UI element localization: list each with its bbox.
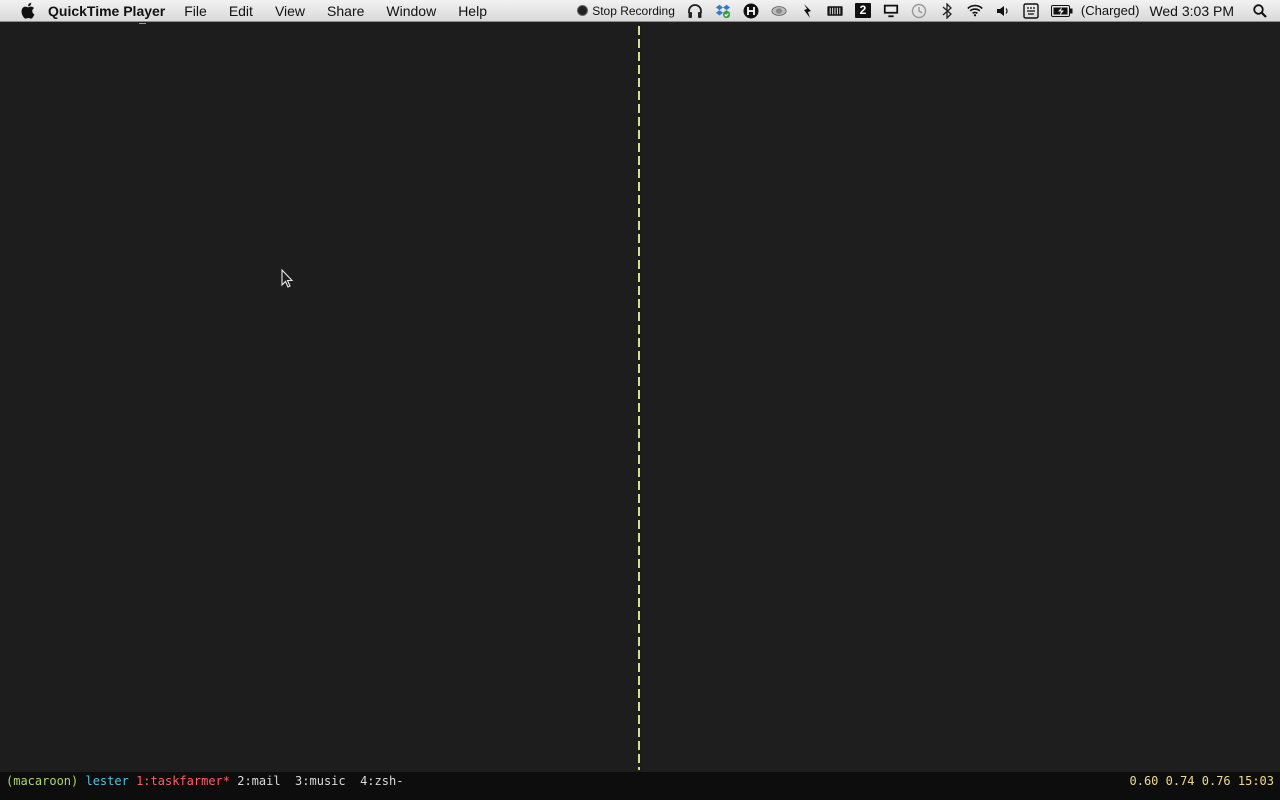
stop-recording-label: Stop Recording (592, 3, 675, 18)
tmux-status-bar: (macaroon) lester 1:taskfarmer* 2:mail 3… (0, 772, 1280, 790)
apple-icon[interactable] (16, 2, 38, 19)
tmux-load-and-time: 0.60 0.74 0.76 15:03 (1129, 774, 1275, 788)
eye-icon[interactable] (771, 3, 787, 19)
menu-help[interactable]: Help (458, 3, 487, 19)
headphones-icon[interactable] (687, 3, 703, 19)
wifi-icon[interactable] (967, 3, 983, 19)
menu-clock[interactable]: Wed 3:03 PM (1149, 3, 1234, 19)
menu-window[interactable]: Window (386, 3, 436, 19)
evernote-icon[interactable] (799, 3, 815, 19)
time-machine-icon[interactable] (911, 3, 927, 19)
app-name-menu[interactable]: QuickTime Player (48, 3, 165, 19)
tmux-window-3[interactable]: 3:music (295, 774, 346, 788)
menu-edit[interactable]: Edit (229, 3, 253, 19)
tmux-window-4[interactable]: 4:zsh- (360, 774, 403, 788)
growl-icon[interactable] (743, 3, 759, 19)
terminal-window[interactable] (0, 22, 1280, 772)
tmux-left-status: (macaroon) lester 1:taskfarmer* 2:mail 3… (6, 772, 403, 790)
menu-view[interactable]: View (275, 3, 305, 19)
cpu-meter-icon[interactable] (827, 3, 843, 19)
battery-status[interactable]: (Charged) (1081, 3, 1140, 18)
dropbox-icon[interactable] (715, 3, 731, 19)
display-icon[interactable] (883, 3, 899, 19)
tmux-window-1[interactable]: 1:taskfarmer* (136, 774, 230, 788)
battery-icon[interactable] (1050, 3, 1073, 19)
right-pane[interactable] (642, 22, 1280, 772)
bluetooth-icon[interactable] (939, 2, 955, 19)
left-pane[interactable] (0, 22, 638, 772)
menu-bar: QuickTime Player File Edit View Share Wi… (0, 0, 1280, 22)
pane-divider[interactable] (638, 26, 640, 770)
menu-file[interactable]: File (184, 3, 207, 19)
tmux-host-name: lester (85, 774, 129, 788)
stop-recording-button[interactable]: Stop Recording (577, 4, 675, 18)
text-cursor (139, 20, 146, 24)
keyboard-icon[interactable] (1023, 2, 1039, 19)
volume-icon[interactable] (995, 3, 1011, 19)
screen: QuickTime Player File Edit View Share Wi… (0, 0, 1280, 800)
menu-share[interactable]: Share (327, 3, 364, 19)
record-icon (577, 5, 589, 16)
terminal-bottom-edge (0, 790, 1280, 800)
tmux-window-2[interactable]: 2:mail (237, 774, 280, 788)
tag-icon[interactable]: 2 (854, 3, 871, 18)
spotlight-icon[interactable] (1252, 3, 1268, 19)
mouse-pointer-icon (281, 269, 294, 288)
menu-extras: Stop Recording 2 (Charged) Wed 3:03 PM (577, 0, 1280, 21)
tmux-session-name: (macaroon) (6, 774, 79, 788)
